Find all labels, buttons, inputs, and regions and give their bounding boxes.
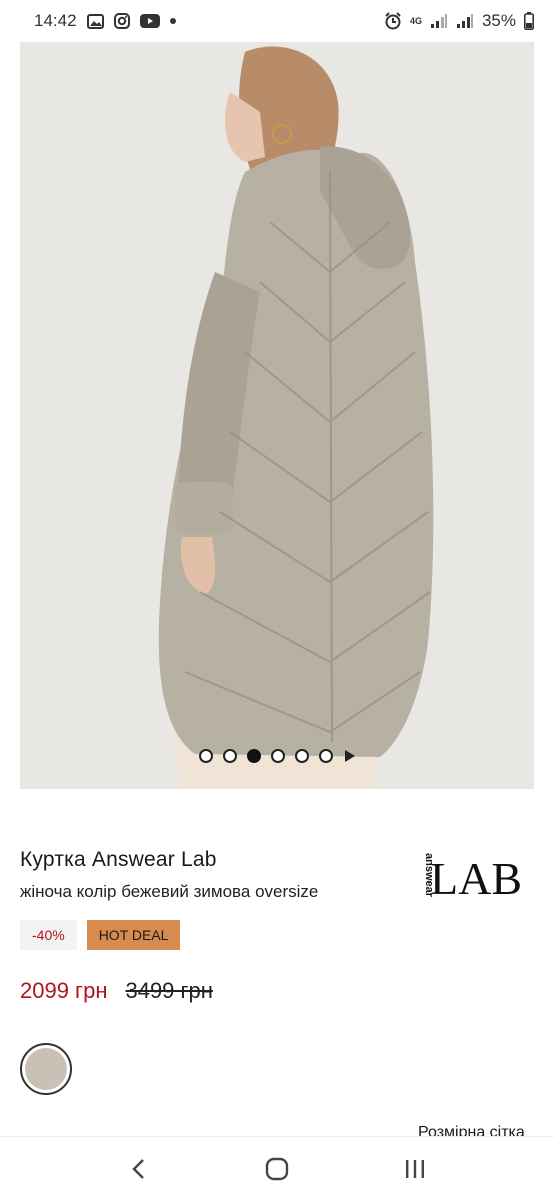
youtube-icon xyxy=(139,14,160,28)
home-icon xyxy=(265,1157,289,1180)
recents-icon xyxy=(406,1159,424,1178)
brand-logo[interactable]: answear LAB xyxy=(414,850,524,900)
clock: 14:42 xyxy=(34,11,77,30)
price-old: 3499 грн xyxy=(125,978,213,1003)
image-pager xyxy=(20,749,534,763)
pager-dot[interactable] xyxy=(199,749,213,763)
price-row: 2099 грн 3499 грн xyxy=(20,978,213,1004)
back-button[interactable] xyxy=(109,1144,169,1194)
recents-button[interactable] xyxy=(385,1144,445,1194)
back-icon xyxy=(132,1158,144,1179)
discount-badge: -40% xyxy=(20,920,77,950)
color-swatch[interactable] xyxy=(20,1043,72,1095)
product-image-gallery[interactable] xyxy=(20,42,534,789)
price-current: 2099 грн xyxy=(20,978,108,1003)
home-button[interactable] xyxy=(247,1144,307,1194)
gallery-icon xyxy=(86,13,104,29)
pager-dot[interactable] xyxy=(271,749,285,763)
color-swatch-fill xyxy=(25,1048,67,1090)
system-nav-bar xyxy=(0,1136,554,1200)
dot-icon xyxy=(169,18,176,24)
pager-next-icon[interactable] xyxy=(345,750,355,762)
product-photo xyxy=(20,42,534,789)
badges: -40% HOT DEAL xyxy=(20,920,181,950)
signal-icon xyxy=(430,13,448,29)
pager-dot[interactable] xyxy=(319,749,333,763)
pager-dot[interactable] xyxy=(295,749,309,763)
hot-deal-badge: HOT DEAL xyxy=(86,920,181,950)
battery-icon xyxy=(524,12,534,30)
status-bar: 14:42 4G 35% xyxy=(0,0,554,42)
pager-dot[interactable] xyxy=(223,749,237,763)
pager-dot-active[interactable] xyxy=(247,749,261,763)
battery-percent: 35% xyxy=(481,11,516,30)
brand-logo-text: LAB xyxy=(430,853,522,900)
signal-icon-2 xyxy=(456,13,474,29)
alarm-icon xyxy=(384,12,402,30)
instagram-icon xyxy=(113,13,130,29)
network-type-icon: 4G xyxy=(409,15,422,26)
